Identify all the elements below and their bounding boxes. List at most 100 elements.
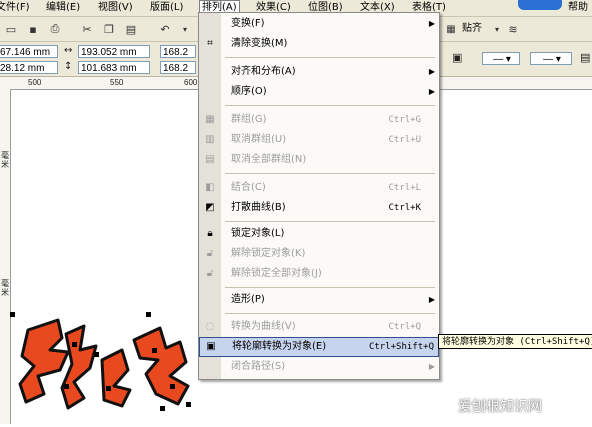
menu-view[interactable]: 视图(V) <box>96 1 135 15</box>
menu-item-label: 对齐和分布(A) <box>231 66 296 77</box>
menu-separator <box>225 173 435 174</box>
copy-icon[interactable]: ❐ <box>100 20 118 38</box>
menu-item-shaping[interactable]: 造形(P) ▶ <box>199 291 439 309</box>
scale-y-field[interactable]: 168.2 <box>160 61 196 74</box>
width-field[interactable]: 193.052 mm <box>78 45 150 58</box>
menu-item-label: 闭合路径(S) <box>231 361 286 372</box>
node-handle[interactable] <box>106 386 111 391</box>
menu-help[interactable]: 帮助 <box>566 1 590 15</box>
ruler-unit-label: 毫米 <box>1 151 9 169</box>
menu-item-order[interactable]: 顺序(O) ▶ <box>199 83 439 101</box>
ruler-label-600: 600 <box>184 78 198 87</box>
print-icon[interactable]: ⎙ <box>46 20 64 38</box>
menu-item-close-path[interactable]: 闭合路径(S) ▶ <box>199 358 439 376</box>
zoom-icon[interactable]: ▦ <box>442 20 460 38</box>
node-handle[interactable] <box>170 384 175 389</box>
app-logo <box>518 0 562 10</box>
menu-item-clear-transform[interactable]: ⌗ 清除变换(M) <box>199 35 439 53</box>
node-handle[interactable] <box>72 342 77 347</box>
outline-to-object-icon: ▣ <box>206 341 216 352</box>
calligraphy-artwork[interactable] <box>10 290 210 424</box>
menu-item-shortcut: Ctrl+G <box>388 115 421 125</box>
menu-item-ungroup[interactable]: ▥ 取消群组(U) Ctrl+U <box>199 131 439 149</box>
paste-icon[interactable]: ▤ <box>122 20 140 38</box>
outline-start-select[interactable]: — ▾ <box>482 52 520 65</box>
menu-separator <box>225 57 435 58</box>
scale-x-field[interactable]: 168.2 <box>160 45 196 58</box>
menu-item-label: 解除锁定全部对象(J) <box>231 268 322 279</box>
selection-handle[interactable] <box>10 312 15 317</box>
menu-item-label: 取消全部群组(N) <box>231 154 307 165</box>
menu-separator <box>225 313 435 314</box>
menu-item-label: 群组(G) <box>231 114 267 125</box>
open-icon[interactable]: ▭ <box>2 20 20 38</box>
menu-item-unlock-object[interactable]: 🔓︎ 解除锁定对象(K) <box>199 245 439 263</box>
menu-item-align-distribute[interactable]: 对齐和分布(A) ▶ <box>199 63 439 81</box>
menu-separator <box>225 105 435 106</box>
node-handle[interactable] <box>160 406 165 411</box>
y-position-field[interactable]: 28.12 mm <box>0 61 58 74</box>
undo-icon[interactable]: ↶ <box>156 20 174 38</box>
tooltip: 将轮廓转换为对象 (Ctrl+Shift+Q) <box>438 334 592 349</box>
ungroup-icon: ▥ <box>205 134 215 145</box>
menu-item-ungroup-all[interactable]: ▤ 取消全部群组(N) <box>199 151 439 169</box>
menu-item-convert-to-curves[interactable]: ◌ 转换为曲线(V) Ctrl+Q <box>199 318 439 336</box>
menu-item-transform[interactable]: 变换(F) ▶ <box>199 15 439 33</box>
menu-edit[interactable]: 编辑(E) <box>44 1 82 15</box>
watermark: 爱刨根知识网 <box>458 399 542 415</box>
ruler-label-500: 500 <box>28 78 42 87</box>
submenu-arrow-icon: ▶ <box>428 362 435 371</box>
menu-separator <box>225 287 435 288</box>
undo-dropdown-icon[interactable]: ▾ <box>176 20 194 38</box>
menu-item-group[interactable]: ▦ 群组(G) Ctrl+G <box>199 111 439 129</box>
height-field[interactable]: 101.683 mm <box>78 61 150 74</box>
ruler-label-550: 550 <box>110 78 124 87</box>
submenu-arrow-icon: ▶ <box>428 67 435 76</box>
menu-item-shortcut: Ctrl+Q <box>388 322 421 332</box>
cut-icon[interactable]: ✂ <box>78 20 96 38</box>
menu-file[interactable]: 文件(F) <box>0 1 32 15</box>
menu-item-label: 顺序(O) <box>231 86 267 97</box>
menu-item-label: 变换(F) <box>231 18 265 29</box>
arrange-menu: 变换(F) ▶ ⌗ 清除变换(M) 对齐和分布(A) ▶ 顺序(O) ▶ ▦ 群… <box>198 12 440 380</box>
menu-item-combine[interactable]: ◧ 结合(C) Ctrl+L <box>199 179 439 197</box>
outline-end-icon[interactable]: ▤ <box>580 51 590 64</box>
submenu-arrow-icon: ▶ <box>428 19 435 28</box>
width-icon: ↔ <box>64 45 73 56</box>
menu-item-label: 造形(P) <box>231 294 265 305</box>
node-handle[interactable] <box>94 352 99 357</box>
menu-item-shortcut: Ctrl+U <box>388 135 421 145</box>
menu-item-outline-to-object[interactable]: ▣ 将轮廓转换为对象(E) Ctrl+Shift+Q <box>199 337 439 357</box>
options-icon[interactable]: ≋ <box>504 20 522 38</box>
clear-transform-icon: ⌗ <box>207 38 213 49</box>
combine-icon: ◧ <box>205 182 215 193</box>
menu-item-label: 清除变换(M) <box>231 38 288 49</box>
submenu-arrow-icon: ▶ <box>428 87 435 96</box>
outline-width-select[interactable]: — ▾ <box>530 52 572 65</box>
group-icon: ▦ <box>205 114 215 125</box>
snap-button[interactable]: 贴齐 <box>460 22 484 36</box>
menu-layout[interactable]: 版面(L) <box>148 1 185 15</box>
menu-separator <box>225 221 435 222</box>
save-icon[interactable]: ▪ <box>24 20 42 38</box>
node-handle[interactable] <box>64 384 69 389</box>
lock-icon: 🔒︎ <box>207 228 213 239</box>
node-handle[interactable] <box>152 348 157 353</box>
break-apart-icon: ◩ <box>205 202 215 213</box>
menu-item-unlock-all[interactable]: 🔓︎ 解除锁定全部对象(J) <box>199 265 439 283</box>
menu-item-label: 取消群组(U) <box>231 134 287 145</box>
ruler-unit-label: 毫米 <box>1 279 9 297</box>
submenu-arrow-icon: ▶ <box>428 295 435 304</box>
node-handle[interactable] <box>186 402 191 407</box>
menu-item-lock-object[interactable]: 🔒︎ 锁定对象(L) <box>199 225 439 243</box>
x-position-field[interactable]: 67.146 mm <box>0 45 58 58</box>
height-icon: ↕ <box>64 61 73 72</box>
selection-handle[interactable] <box>146 312 151 317</box>
menu-item-label: 结合(C) <box>231 182 266 193</box>
menu-item-shortcut: Ctrl+K <box>388 203 421 213</box>
menu-item-break-apart[interactable]: ◩ 打散曲线(B) Ctrl+K <box>199 199 439 217</box>
menu-item-label: 锁定对象(L) <box>231 228 285 239</box>
menu-item-label: 转换为曲线(V) <box>231 321 296 332</box>
wrap-icon[interactable]: ▣ <box>452 51 462 64</box>
ungroup-all-icon: ▤ <box>205 154 215 165</box>
